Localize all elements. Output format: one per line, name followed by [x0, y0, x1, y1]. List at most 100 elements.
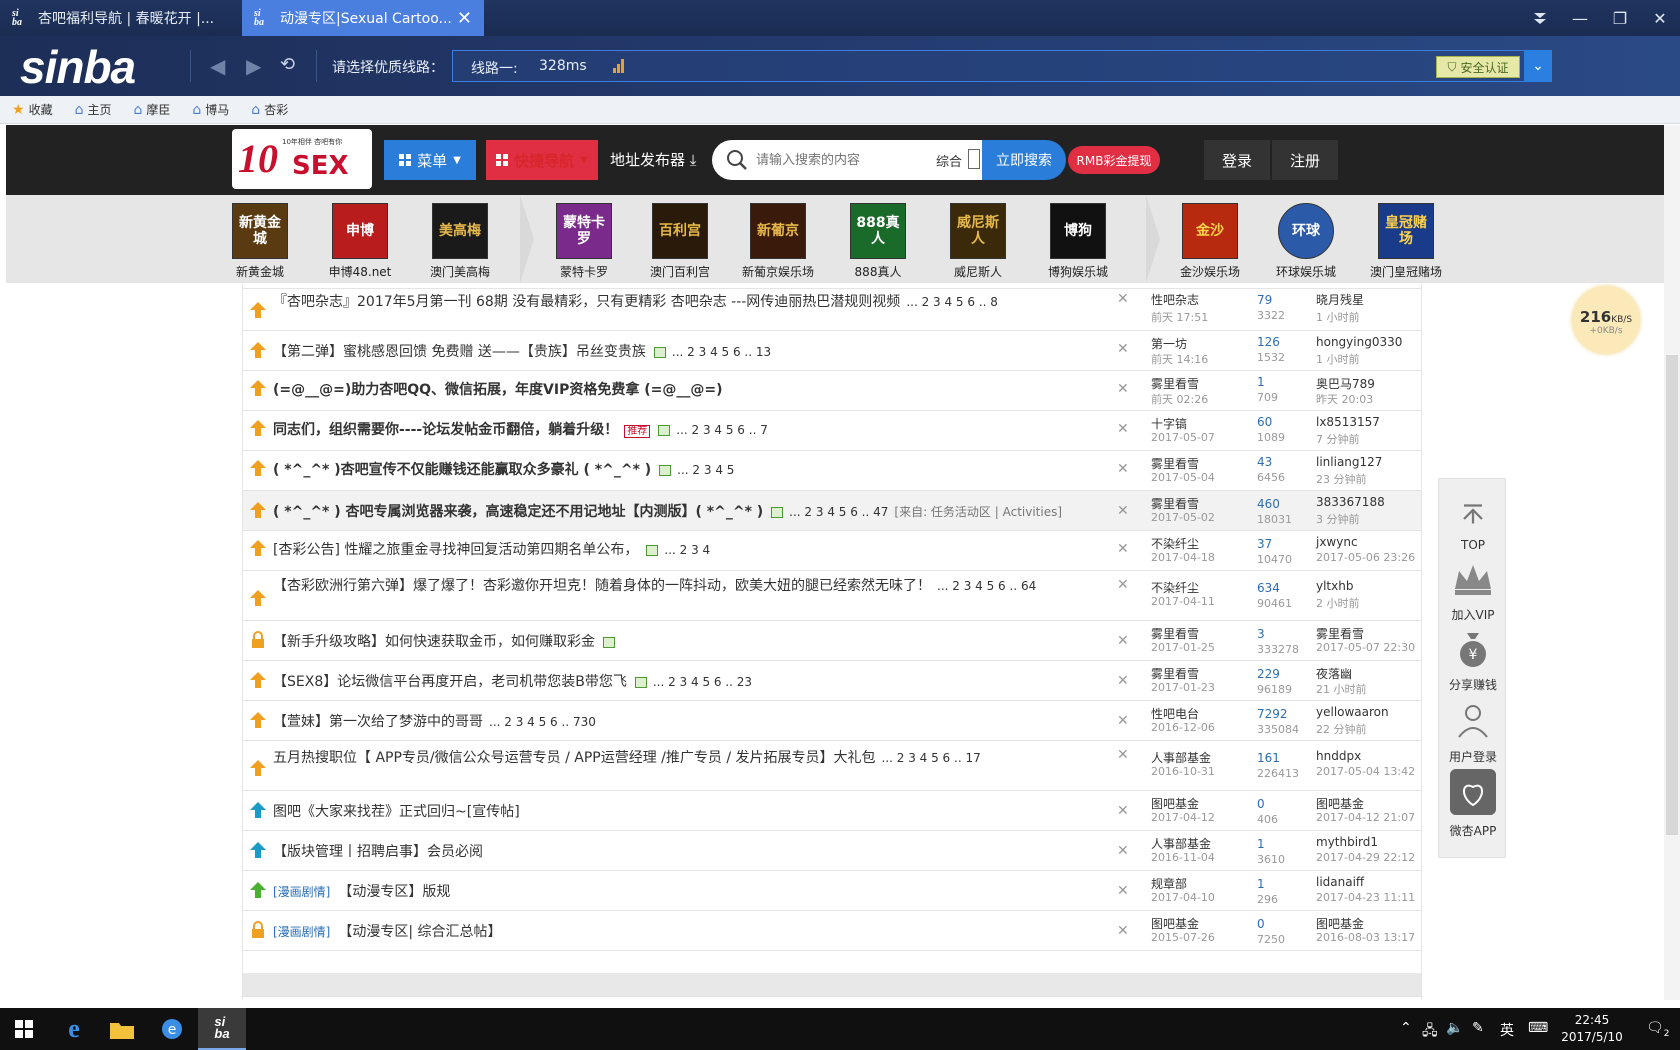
- last-post-time[interactable]: 1 小时前: [1316, 351, 1360, 367]
- reply-count[interactable]: 3: [1257, 627, 1265, 641]
- search-category-toggle[interactable]: [968, 149, 980, 169]
- thread-title-link[interactable]: ( *^_^* )杏吧宣传不仅能赚钱还能赢取众多豪礼 ( *^_^* )... …: [273, 459, 734, 479]
- reply-count[interactable]: 37: [1257, 537, 1272, 551]
- sponsor-link[interactable]: 博狗 博狗娱乐城: [1030, 203, 1126, 280]
- last-poster[interactable]: jxwync: [1316, 535, 1358, 549]
- back-to-top-button[interactable]: TOP: [1439, 501, 1507, 552]
- reply-count[interactable]: 7292: [1257, 707, 1288, 721]
- search-button[interactable]: 立即搜索: [982, 140, 1066, 180]
- sponsor-link[interactable]: 新黄金城 新黄金城: [212, 203, 308, 280]
- close-icon[interactable]: ✕: [1117, 673, 1129, 689]
- forward-icon[interactable]: ▶: [246, 54, 261, 78]
- address-publisher-link[interactable]: 地址发布器 ⤓: [610, 149, 696, 170]
- last-post-time[interactable]: 2017-04-29 22:12: [1316, 851, 1415, 864]
- last-poster[interactable]: mythbird1: [1316, 835, 1378, 849]
- page-links[interactable]: ... 2 3 4 5 6 .. 730: [489, 715, 596, 729]
- close-icon[interactable]: ✕: [1117, 803, 1129, 819]
- bookmark-mochen[interactable]: ⌂ 摩臣: [133, 101, 170, 118]
- sinba-browser-button[interactable]: si ba: [198, 1008, 246, 1050]
- thread-author[interactable]: 雾里看雪: [1151, 625, 1199, 642]
- bookmark-home[interactable]: ⌂ 主页: [75, 101, 112, 118]
- thread-title-link[interactable]: 五月热搜职位【 APP专员/微信公众号运营专员 / APP运营经理 /推广专员 …: [273, 747, 981, 767]
- sponsor-link[interactable]: 金沙 金沙娱乐场: [1162, 203, 1258, 280]
- last-poster[interactable]: lx8513157: [1316, 415, 1380, 429]
- last-post-time[interactable]: 2016-08-03 13:17: [1316, 931, 1415, 944]
- thread-category[interactable]: [漫画剧情]: [273, 885, 330, 899]
- last-post-time[interactable]: 3 分钟前: [1316, 511, 1360, 527]
- thread-title-link[interactable]: 【第二弹】蜜桃感恩回馈 免费赠 送——【贵族】吊丝变贵族... 2 3 4 5 …: [273, 341, 771, 361]
- quicknav-button[interactable]: 快捷导航 ▼: [486, 140, 598, 180]
- thread-title-link[interactable]: ( *^_^* ) 杏吧专属浏览器来袭，高速稳定还不用记地址【内测版】( *^_…: [273, 501, 1062, 521]
- close-icon[interactable]: ✕: [1117, 503, 1129, 519]
- page-links[interactable]: ... 2 3 4 5: [677, 463, 734, 477]
- secure-badge[interactable]: ⛉ 安全认证: [1436, 56, 1520, 78]
- rmb-withdraw-button[interactable]: RMB彩金提现: [1068, 146, 1160, 174]
- last-post-time[interactable]: 2017-04-23 11:11: [1316, 891, 1415, 904]
- ime-indicator[interactable]: 英: [1500, 1020, 1514, 1040]
- site-logo[interactable]: 10 10年相伴 杏吧有你 SEX: [232, 129, 372, 189]
- close-icon[interactable]: ✕: [1117, 541, 1129, 557]
- reply-count[interactable]: 79: [1257, 293, 1272, 307]
- thread-author[interactable]: 十字镐: [1151, 415, 1187, 432]
- page-links[interactable]: ... 2 3 4 5 6 .. 13: [672, 345, 771, 359]
- close-icon[interactable]: ✕: [1117, 713, 1129, 729]
- close-icon[interactable]: ✕: [1117, 633, 1129, 649]
- notification-icon[interactable]: 🗨2: [1646, 1020, 1670, 1039]
- thread-title-link[interactable]: 【版块管理丨招聘启事】会员必阅: [273, 841, 483, 861]
- bookmark-boma[interactable]: ⌂ 博马: [192, 101, 229, 118]
- thread-title-link[interactable]: (=@__@=)助力杏吧QQ、微信拓展，年度VIP资格免费拿 (=@__@=): [273, 379, 723, 399]
- last-poster[interactable]: 晓月残星: [1316, 291, 1364, 308]
- last-poster[interactable]: 奥巴马789: [1316, 375, 1375, 392]
- user-login-button[interactable]: 用户登录: [1439, 701, 1507, 765]
- minimize-icon[interactable]: —: [1560, 0, 1600, 36]
- reply-count[interactable]: 1: [1257, 375, 1265, 389]
- thread-author[interactable]: 人事部基金: [1151, 749, 1211, 766]
- thread-author[interactable]: 性吧电台: [1151, 705, 1199, 722]
- last-poster[interactable]: hnddpx: [1316, 749, 1361, 763]
- last-post-time[interactable]: 2017-04-12 21:07: [1316, 811, 1415, 824]
- last-poster[interactable]: yltxhb: [1316, 579, 1353, 593]
- search-input[interactable]: [756, 150, 926, 170]
- last-poster[interactable]: linliang127: [1316, 455, 1382, 469]
- reply-count[interactable]: 60: [1257, 415, 1272, 429]
- page-links[interactable]: ... 2 3 4 5 6 .. 8: [906, 295, 998, 309]
- reply-count[interactable]: 126: [1257, 335, 1280, 349]
- edge-button[interactable]: e: [50, 1008, 98, 1050]
- thread-title-link[interactable]: [漫画剧情] 【动漫专区| 综合汇总帖】: [273, 921, 502, 941]
- scrollbar-thumb[interactable]: [1666, 355, 1678, 835]
- wechat-app-button[interactable]: 微杏APP: [1439, 769, 1507, 839]
- reply-count[interactable]: 43: [1257, 455, 1272, 469]
- last-poster[interactable]: 雾里看雪: [1316, 625, 1364, 642]
- search-category[interactable]: 综合: [936, 151, 962, 170]
- back-icon[interactable]: ◀: [210, 54, 225, 78]
- sponsor-link[interactable]: 申博 申博48.net: [312, 203, 408, 280]
- close-icon[interactable]: ✕: [1117, 381, 1129, 397]
- last-post-time[interactable]: 2017-05-07 22:30: [1316, 641, 1415, 654]
- reply-count[interactable]: 0: [1257, 797, 1265, 811]
- bookmark-favorites[interactable]: ★ 收藏: [12, 101, 53, 118]
- thread-author[interactable]: 雾里看雪: [1151, 495, 1199, 512]
- thread-source[interactable]: [来自: 任务活动区 | Activities]: [894, 505, 1062, 519]
- thread-author[interactable]: 不染纤尘: [1151, 579, 1199, 596]
- page-links[interactable]: ... 2 3 4: [664, 543, 710, 557]
- thread-author[interactable]: 第一坊: [1151, 335, 1187, 352]
- close-icon[interactable]: ✕: [1117, 421, 1129, 437]
- thread-category[interactable]: [漫画剧情]: [273, 925, 330, 939]
- sponsor-link[interactable]: 新葡京 新葡京娱乐场: [730, 203, 826, 280]
- close-icon[interactable]: ✕: [1117, 577, 1129, 593]
- close-icon[interactable]: ✕: [1117, 341, 1129, 357]
- last-post-time[interactable]: 2017-05-04 13:42: [1316, 765, 1415, 778]
- line-selector[interactable]: 线路一: 328ms: [452, 50, 1552, 82]
- close-window-icon[interactable]: ✕: [1640, 0, 1680, 36]
- page-links[interactable]: ... 2 3 4 5 6 .. 64: [937, 579, 1036, 593]
- last-post-time[interactable]: 22 分钟前: [1316, 721, 1367, 737]
- thread-title-link[interactable]: [杏彩公告] 性耀之旅重金寻找神回复活动第四期名单公布，... 2 3 4: [273, 539, 710, 559]
- ie-button[interactable]: e: [148, 1008, 196, 1050]
- line-dropdown-button[interactable]: ⌄: [1524, 50, 1552, 82]
- thread-author[interactable]: 雾里看雪: [1151, 665, 1199, 682]
- thread-author[interactable]: 雾里看雪: [1151, 455, 1199, 472]
- sponsor-link[interactable]: 美高梅 澳门美高梅: [412, 203, 508, 280]
- thread-title-link[interactable]: 『杏吧杂志』2017年5月第一刊 68期 没有最精彩，只有更精彩 杏吧杂志 --…: [273, 291, 998, 311]
- join-vip-button[interactable]: 加入VIP: [1439, 559, 1507, 623]
- volume-icon[interactable]: 🔈: [1446, 1020, 1463, 1036]
